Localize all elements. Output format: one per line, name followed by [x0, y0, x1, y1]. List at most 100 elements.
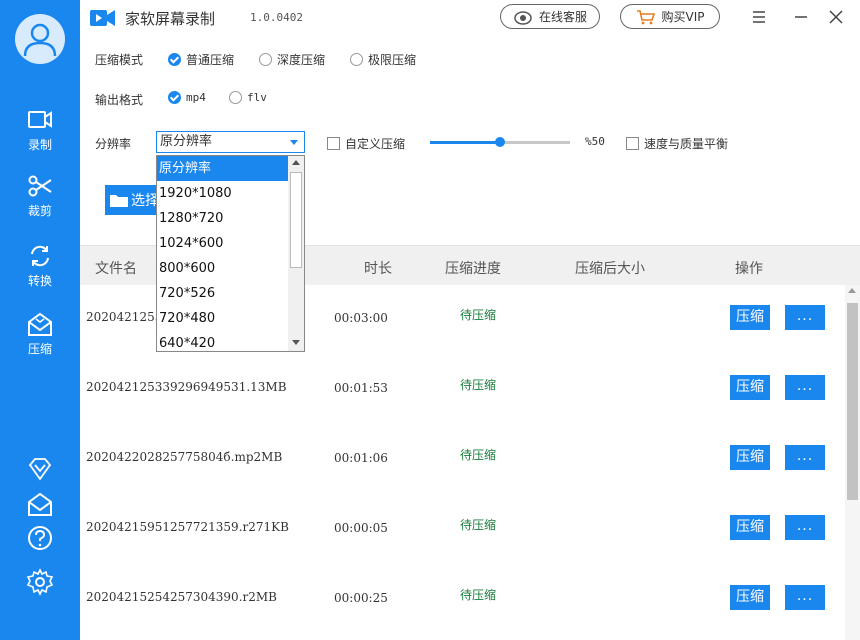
more-button[interactable]: ...: [785, 445, 825, 470]
col-header-actions: 操作: [735, 261, 763, 277]
scroll-thumb[interactable]: [290, 172, 302, 268]
avatar[interactable]: [15, 14, 65, 64]
table-scrollbar[interactable]: [845, 285, 860, 640]
title-bar: 家软屏幕录制 1.0.0402 在线客服 购买VIP: [80, 0, 860, 36]
status-badge: 待压缩: [460, 378, 497, 392]
dropdown-scrollbar[interactable]: [288, 156, 304, 351]
headset-icon: [514, 10, 532, 25]
output-format-label: 输出格式: [95, 93, 144, 107]
format-mp4-radio[interactable]: mp4: [168, 91, 206, 104]
table-row: 202042202825775804б.mp2MB 00:01:06 待压缩 压…: [80, 425, 845, 495]
video-camera-icon: [28, 111, 52, 128]
mode-normal-radio[interactable]: 普通压缩: [168, 51, 234, 68]
resolution-dropdown: 原分辨率 1920*1080 1280*720 1024*600 800*600…: [156, 155, 305, 352]
file-duration: 00:01:53: [334, 381, 388, 395]
compress-button[interactable]: 压缩: [730, 445, 770, 470]
buy-vip-label: 购买VIP: [661, 10, 705, 24]
scroll-up-icon[interactable]: [848, 288, 856, 293]
file-duration: 00:01:06: [334, 451, 388, 465]
scroll-up-icon[interactable]: [292, 160, 300, 165]
compress-button[interactable]: 压缩: [730, 305, 770, 330]
scissors-icon: [28, 175, 52, 197]
col-header-size: 压缩后大小: [575, 261, 645, 277]
buy-vip-button[interactable]: 购买VIP: [620, 4, 720, 29]
resolution-option[interactable]: 800*600: [157, 256, 289, 281]
quality-slider[interactable]: [430, 137, 570, 147]
speed-quality-checkbox[interactable]: 速度与质量平衡: [626, 135, 728, 152]
more-button[interactable]: ...: [785, 375, 825, 400]
online-service-button[interactable]: 在线客服: [500, 4, 600, 29]
compress-mode-label: 压缩模式: [95, 53, 144, 67]
resolution-option[interactable]: 1920*1080: [157, 181, 289, 206]
slider-fill: [430, 141, 500, 144]
compress-envelope-icon: [28, 312, 52, 336]
help-icon[interactable]: [26, 524, 54, 552]
sidebar-item-compress[interactable]: 压缩: [0, 310, 80, 370]
format-flv-radio[interactable]: flv: [229, 91, 267, 104]
status-badge: 待压缩: [460, 308, 497, 322]
chevron-down-icon: [290, 140, 298, 145]
compress-button[interactable]: 压缩: [730, 585, 770, 610]
resolution-option[interactable]: 原分辨率: [157, 156, 289, 181]
scroll-down-icon[interactable]: [292, 340, 300, 345]
file-duration: 00:00:25: [334, 591, 388, 605]
resolution-option[interactable]: 1024*600: [157, 231, 289, 256]
menu-icon[interactable]: [748, 6, 770, 28]
file-name: 202042202825775804б.mp2MB: [86, 450, 283, 464]
table-row: 202042125339296949531.13MB 00:01:53 待压缩 …: [80, 355, 845, 425]
mail-icon[interactable]: [26, 490, 54, 518]
col-header-progress: 压缩进度: [445, 261, 501, 277]
resolution-option[interactable]: 720*526: [157, 281, 289, 306]
sidebar-item-label: 转换: [27, 274, 52, 288]
slider-value: %50: [585, 135, 605, 148]
gear-icon[interactable]: [26, 568, 54, 596]
app-logo-icon: [90, 10, 115, 26]
folder-icon: [110, 195, 128, 207]
more-button[interactable]: ...: [785, 515, 825, 540]
file-duration: 00:03:00: [334, 311, 388, 325]
resolution-label: 分辨率: [95, 137, 132, 151]
online-service-label: 在线客服: [538, 10, 587, 24]
file-name: 202042125339296949531.13MB: [86, 380, 287, 394]
sidebar-item-convert[interactable]: 转换: [0, 242, 80, 302]
file-duration: 00:00:05: [334, 521, 388, 535]
compress-button[interactable]: 压缩: [730, 375, 770, 400]
file-name: 20204215951257721359.r271KB: [86, 520, 289, 534]
resolution-option[interactable]: 640*420: [157, 331, 289, 351]
col-header-duration: 时长: [364, 261, 392, 277]
status-badge: 待压缩: [460, 588, 497, 602]
table-row: 20204215254257304390.r2MB 00:00:25 待压缩 压…: [80, 565, 845, 635]
sidebar-item-label: 录制: [27, 138, 52, 152]
file-name: 2020421255: [86, 310, 163, 324]
compress-button[interactable]: 压缩: [730, 515, 770, 540]
resolution-option[interactable]: 720*480: [157, 306, 289, 331]
sidebar-item-label: 裁剪: [27, 204, 52, 218]
custom-compress-checkbox[interactable]: 自定义压缩: [327, 135, 405, 152]
scroll-thumb[interactable]: [847, 303, 858, 500]
sidebar: 录制 裁剪 转换 压缩: [0, 0, 80, 640]
table-row: 20204215951257721359.r271KB 00:00:05 待压缩…: [80, 495, 845, 565]
mode-extreme-radio[interactable]: 极限压缩: [350, 51, 416, 68]
sidebar-item-crop[interactable]: 裁剪: [0, 172, 80, 232]
more-button[interactable]: ...: [785, 305, 825, 330]
refresh-icon: [31, 245, 49, 267]
app-title: 家软屏幕录制: [125, 10, 216, 28]
more-button[interactable]: ...: [785, 585, 825, 610]
col-header-filename: 文件名: [95, 261, 137, 277]
user-icon: [23, 23, 57, 57]
choose-folder-label: 选择: [131, 193, 159, 209]
minimize-icon[interactable]: [790, 6, 812, 28]
status-badge: 待压缩: [460, 448, 497, 462]
sidebar-item-record[interactable]: 录制: [0, 106, 80, 166]
sidebar-item-label: 压缩: [27, 342, 52, 356]
diamond-vip-icon[interactable]: [26, 455, 54, 483]
file-name: 20204215254257304390.r2MB: [86, 590, 277, 604]
status-badge: 待压缩: [460, 518, 497, 532]
mode-deep-radio[interactable]: 深度压缩: [259, 51, 325, 68]
resolution-option[interactable]: 1280*720: [157, 206, 289, 231]
cart-icon: [636, 9, 655, 24]
app-version: 1.0.0402: [250, 11, 303, 24]
resolution-select[interactable]: 原分辨率: [156, 131, 305, 153]
slider-handle[interactable]: [495, 137, 505, 147]
close-icon[interactable]: [825, 6, 847, 28]
